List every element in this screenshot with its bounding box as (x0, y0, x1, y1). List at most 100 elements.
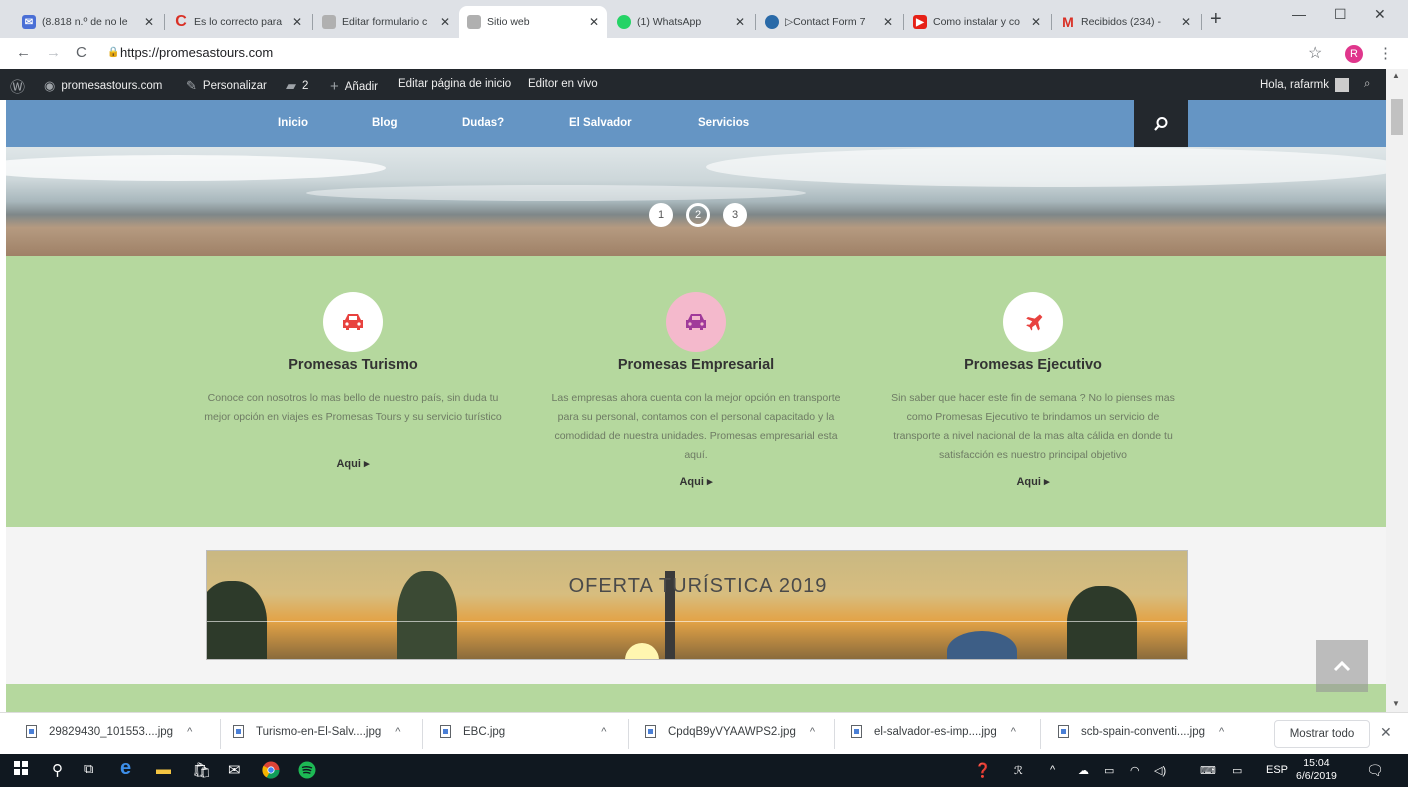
new-tab-icon[interactable]: + (1210, 8, 1222, 31)
reload-icon[interactable]: C (76, 44, 87, 61)
close-tab-icon[interactable]: ✕ (1181, 15, 1191, 29)
wifi-icon[interactable]: ◠ (1130, 764, 1140, 777)
browser-tab-strip: ✉ (8.818 n.º de no le ✕ C Es lo correcto… (0, 0, 1408, 38)
wp-customize-label: Personalizar (202, 80, 267, 92)
search-icon[interactable]: ⌕ (1364, 78, 1370, 91)
close-tab-icon[interactable]: ✕ (440, 15, 450, 29)
close-downloads-icon[interactable]: ✕ (1380, 724, 1392, 741)
nav-inicio[interactable]: Inicio (278, 117, 308, 129)
keyboard-icon[interactable]: ⌨ (1200, 764, 1216, 777)
close-tab-icon[interactable]: ✕ (1031, 15, 1041, 29)
url-field[interactable]: https://promesastours.com (120, 45, 273, 60)
wordpress-logo-icon[interactable]: Ⓦ (10, 76, 25, 97)
back-to-top-button[interactable] (1316, 640, 1368, 692)
download-item[interactable]: 29829430_101553....jpg ^ (26, 725, 192, 738)
slider-dot[interactable]: 3 (723, 203, 747, 227)
notifications-icon[interactable]: 🗨 (1366, 762, 1384, 779)
window-close-icon[interactable]: ✕ (1374, 6, 1386, 23)
chevron-up-icon[interactable]: ^ (810, 726, 815, 738)
wp-customize-link[interactable]: ✎ Personalizar (186, 78, 267, 94)
minimize-icon[interactable]: — (1292, 6, 1306, 22)
help-icon[interactable]: ❓ (974, 762, 991, 779)
page-icon (322, 15, 336, 29)
battery-icon[interactable]: ▭ (1104, 764, 1114, 777)
scroll-down-icon[interactable]: ▼ (1392, 699, 1400, 708)
nav-dudas[interactable]: Dudas? (462, 117, 504, 129)
language-indicator[interactable]: ESP (1266, 764, 1288, 776)
slider-dot[interactable]: 1 (649, 203, 673, 227)
plus-icon: + (330, 78, 339, 95)
slider-dot-active[interactable]: 2 (686, 203, 710, 227)
wp-add-label: Añadir (344, 80, 379, 93)
chevron-up-icon[interactable]: ^ (187, 726, 192, 738)
volume-icon[interactable]: ◁) (1154, 764, 1166, 777)
nav-blog[interactable]: Blog (372, 117, 398, 129)
menu-kebab-icon[interactable]: ⋮ (1378, 44, 1393, 62)
download-item[interactable]: CpdqB9yVYAAWPS2.jpg ^ (645, 725, 815, 738)
wp-site-link[interactable]: ◉ promesastours.com (44, 78, 162, 94)
maximize-icon[interactable]: ☐ (1334, 6, 1347, 23)
download-filename: 29829430_101553....jpg (49, 725, 174, 738)
wp-edit-page-link[interactable]: Editar página de inicio (398, 78, 511, 90)
wp-add-link[interactable]: + Añadir (330, 78, 378, 95)
wp-account-menu[interactable]: Hola, rafarmk (1260, 78, 1350, 92)
browser-tab-active[interactable]: Sitio web ✕ (459, 6, 607, 38)
file-explorer-icon[interactable]: ▬ (156, 761, 171, 778)
profile-avatar[interactable]: R (1345, 45, 1363, 63)
browser-tab[interactable]: Editar formulario c ✕ (314, 6, 458, 38)
mail-icon[interactable]: ✉ (228, 761, 241, 779)
offer-banner[interactable]: OFERTA TURÍSTICA 2019 (206, 550, 1188, 660)
site-search-button[interactable] (1134, 100, 1188, 147)
chevron-up-icon[interactable]: ^ (1050, 764, 1055, 776)
nav-el-salvador[interactable]: El Salvador (569, 117, 632, 129)
download-item[interactable]: scb-spain-conventi....jpg ^ (1058, 725, 1224, 738)
chrome-icon[interactable] (262, 761, 280, 779)
edge-icon[interactable]: e (120, 757, 131, 780)
scroll-thumb[interactable] (1391, 99, 1403, 135)
wp-comments-link[interactable]: ▰ 2 (286, 78, 308, 94)
scroll-up-icon[interactable]: ▲ (1392, 71, 1400, 80)
youtube-icon: ▶ (913, 15, 927, 29)
display-icon[interactable]: ▭ (1232, 764, 1242, 777)
browser-tab[interactable]: C Es lo correcto para ✕ (166, 6, 310, 38)
browser-tab[interactable]: M Recibidos (234) - ✕ (1053, 6, 1199, 38)
back-icon[interactable]: ← (16, 44, 31, 61)
download-item[interactable]: Turismo-en-El-Salv....jpg ^ (233, 725, 400, 738)
system-clock[interactable]: 15:04 6/6/2019 (1296, 757, 1337, 783)
plane-icon (1003, 292, 1063, 352)
nav-servicios[interactable]: Servicios (698, 117, 749, 129)
browser-tab[interactable]: ▶ Como instalar y co ✕ (905, 6, 1049, 38)
close-tab-icon[interactable]: ✕ (735, 15, 745, 29)
search-icon[interactable]: ⚲ (52, 761, 63, 779)
close-tab-icon[interactable]: ✕ (292, 15, 302, 29)
windows-start-icon[interactable] (14, 761, 28, 775)
service-link[interactable]: Aqui ▸ (546, 475, 846, 488)
close-tab-icon[interactable]: ✕ (144, 15, 154, 29)
tab-separator (755, 14, 756, 30)
wp-live-editor-link[interactable]: Editor en vivo (528, 78, 598, 90)
people-icon[interactable]: ℛ (1014, 764, 1023, 777)
close-tab-icon[interactable]: ✕ (589, 15, 599, 29)
download-item[interactable]: el-salvador-es-imp....jpg ^ (851, 725, 1016, 738)
browser-tab[interactable]: ▷Contact Form 7 ✕ (757, 6, 901, 38)
chevron-up-icon[interactable]: ^ (601, 726, 606, 738)
page-scrollbar[interactable]: ▲ ▼ (1386, 69, 1408, 712)
browser-tab[interactable]: ✉ (8.818 n.º de no le ✕ (14, 6, 162, 38)
download-item[interactable]: EBC.jpg ^ (440, 725, 606, 738)
bookmark-star-icon[interactable]: ☆ (1308, 43, 1322, 63)
chevron-up-icon[interactable]: ^ (1219, 726, 1224, 738)
show-all-downloads-button[interactable]: Mostrar todo (1274, 720, 1370, 748)
spotify-icon[interactable] (298, 761, 316, 779)
service-link[interactable]: Aqui ▸ (203, 457, 503, 470)
service-link[interactable]: Aqui ▸ (883, 475, 1183, 488)
gmail-icon: M (1062, 14, 1074, 30)
wave-foam (306, 185, 806, 201)
chevron-up-icon[interactable]: ^ (1011, 726, 1016, 738)
close-tab-icon[interactable]: ✕ (883, 15, 893, 29)
onedrive-icon[interactable]: ☁ (1078, 764, 1089, 777)
store-icon[interactable]: 🛍 (192, 761, 211, 779)
forward-icon[interactable]: → (46, 44, 61, 61)
chevron-up-icon[interactable]: ^ (395, 726, 400, 738)
browser-tab[interactable]: (1) WhatsApp ✕ (609, 6, 753, 38)
task-view-icon[interactable]: ⧉ (84, 761, 93, 777)
